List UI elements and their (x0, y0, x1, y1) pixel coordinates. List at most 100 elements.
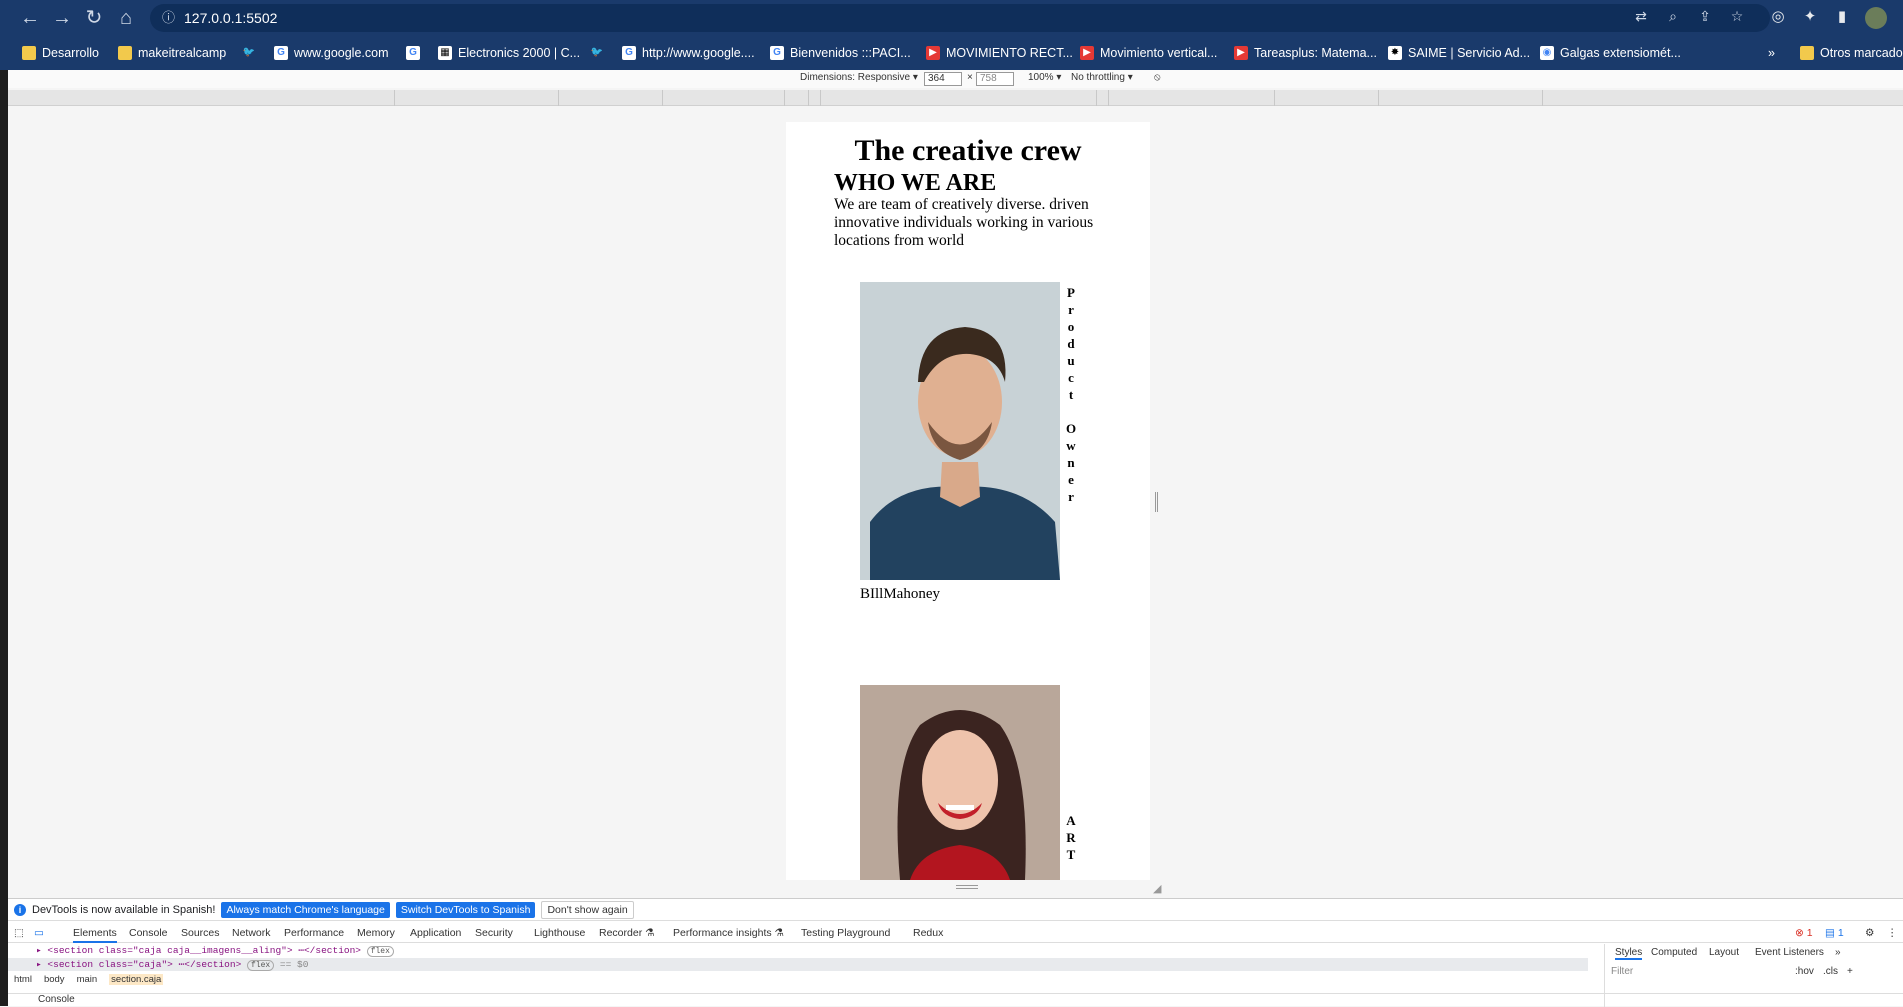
breadcrumb: html body main section.caja (14, 974, 164, 985)
tab-memory[interactable]: Memory (357, 927, 395, 939)
crumb-section[interactable]: section.caja (109, 974, 164, 985)
tab-computed[interactable]: Computed (1651, 947, 1697, 958)
viewport-width-handle[interactable] (1150, 122, 1158, 880)
tab-console[interactable]: Console (129, 927, 168, 939)
zoom-icon[interactable]: ⌕ (1665, 8, 1681, 24)
more-bookmarks-button[interactable]: » (1768, 44, 1775, 62)
bookmarks-bar: Desarrollo makeitrealcamp 🐦 Gwww.google.… (0, 36, 1903, 70)
height-input[interactable]: 758 (976, 72, 1014, 86)
devtools-panel: i DevTools is now available in Spanish! … (8, 898, 1903, 1007)
extensions-icon[interactable]: ✦ (1801, 8, 1819, 26)
crumb-main[interactable]: main (77, 974, 98, 985)
error-count-badge[interactable]: ⊗ 1 (1795, 927, 1813, 939)
bookmark-twitter[interactable]: 🐦 (242, 44, 256, 62)
more-tabs-icon[interactable]: » (1835, 947, 1841, 958)
bookmark-saime[interactable]: ✸ SAIME | Servicio Ad... (1388, 44, 1530, 62)
tab-security[interactable]: Security (475, 927, 513, 939)
browser-toolbar: ← → ↻ ⌂ ⓘ 127.0.0.1:5502 ⇄ ⌕ ⇪ ☆ ◎ ✦ ▮ (0, 0, 1903, 36)
reload-icon[interactable]: ↻ (80, 4, 108, 32)
extension-sync-icon[interactable]: ◎ (1769, 8, 1787, 26)
section-heading: WHO WE ARE (834, 170, 997, 196)
tab-styles[interactable]: Styles (1615, 947, 1643, 960)
zoom-dropdown[interactable]: 100% ▾ (1028, 72, 1061, 83)
bookmark-google-2[interactable]: G (406, 44, 420, 62)
url-text: 127.0.0.1:5502 (184, 10, 278, 26)
back-icon[interactable]: ← (16, 4, 44, 32)
member-role-vertical: P r o d u c t O w n e r (1065, 285, 1077, 504)
tab-performance[interactable]: Performance (284, 927, 344, 939)
rotate-icon[interactable]: ⦸ (1154, 72, 1161, 83)
google-icon: G (274, 46, 288, 60)
tab-lighthouse[interactable]: Lighthouse (534, 927, 585, 939)
twitter-icon: 🐦 (242, 47, 256, 58)
tab-redux[interactable]: Redux (913, 927, 943, 939)
tab-performance-insights[interactable]: Performance insights ⚗ (673, 927, 784, 939)
language-infobar: i DevTools is now available in Spanish! … (8, 899, 1903, 921)
bookmark-galgas[interactable]: ◉ Galgas extensiomét... (1540, 44, 1681, 62)
console-drawer[interactable]: Console (8, 993, 1903, 1007)
tab-application[interactable]: Application (410, 927, 461, 939)
add-rule-icon[interactable]: + (1847, 966, 1853, 977)
width-input[interactable]: 364 (924, 72, 962, 86)
inspect-icon[interactable]: ⬚ (14, 927, 24, 939)
tab-layout[interactable]: Layout (1709, 947, 1739, 958)
bookmark-movimiento-vertical[interactable]: ▶ Movimiento vertical... (1080, 44, 1217, 62)
bookmark-google-url[interactable]: Ghttp://www.google.... (622, 44, 755, 62)
more-options-icon[interactable]: ⋮ (1887, 927, 1898, 939)
bookmark-twitter-2[interactable]: 🐦 (590, 44, 604, 62)
bookmark-electronics[interactable]: ▦ Electronics 2000 | C... (438, 44, 580, 62)
bookmark-desarrollo[interactable]: Desarrollo (22, 44, 99, 62)
viewport-height-handle[interactable] (786, 880, 1150, 896)
tab-event-listeners[interactable]: Event Listeners (1755, 947, 1824, 958)
intro-paragraph: We are team of creatively diverse. drive… (834, 196, 1094, 249)
bookmark-pacifico[interactable]: G Bienvenidos :::PACI... (770, 44, 911, 62)
dimensions-dropdown[interactable]: Dimensions: Responsive ▾ (800, 72, 918, 83)
bookmark-makeitrealcamp[interactable]: makeitrealcamp (118, 44, 226, 62)
bookmark-movimiento-rect[interactable]: ▶ MOVIMIENTO RECT... (926, 44, 1073, 62)
hov-toggle[interactable]: :hov (1795, 966, 1814, 977)
dom-node-selected[interactable]: ▸ <section class="caja"> ⋯</section> fle… (36, 959, 308, 971)
bookmark-tareasplus[interactable]: ▶ Tareasplus: Matema... (1234, 44, 1377, 62)
other-bookmarks[interactable]: Otros marcadores (1800, 44, 1903, 62)
member-name: BIllMahoney (860, 586, 940, 602)
page-title: The creative crew (854, 134, 1082, 167)
cls-toggle[interactable]: .cls (1823, 966, 1838, 977)
member-role-vertical: A R T D (1066, 813, 1076, 862)
settings-gear-icon[interactable]: ⚙ (1865, 927, 1874, 939)
device-toolbar: Dimensions: Responsive ▾ 364 × 758 100% … (8, 70, 1903, 88)
profile-avatar[interactable] (1865, 7, 1887, 29)
share-icon[interactable]: ⇪ (1697, 8, 1713, 24)
dismiss-button[interactable]: Don't show again (541, 900, 634, 919)
translate-icon[interactable]: ⇄ (1633, 8, 1649, 24)
tab-testing-playground[interactable]: Testing Playground (801, 927, 890, 939)
youtube-icon: ▶ (1080, 46, 1094, 60)
address-bar[interactable]: ⓘ 127.0.0.1:5502 (150, 4, 1770, 32)
tab-recorder[interactable]: Recorder ⚗ (599, 927, 655, 939)
dom-node[interactable]: ▸ <section class="caja caja__imagens__al… (36, 945, 394, 957)
tab-elements[interactable]: Elements (73, 927, 117, 943)
viewport-corner-resize-icon[interactable]: ◢ (1153, 883, 1165, 895)
device-toggle-icon[interactable]: ▭ (34, 927, 44, 939)
star-icon[interactable]: ☆ (1729, 8, 1745, 24)
info-icon: i (14, 903, 26, 916)
throttling-dropdown[interactable]: No throttling ▾ (1071, 72, 1133, 83)
message-count-badge[interactable]: ▤ 1 (1825, 927, 1844, 939)
tab-sources[interactable]: Sources (181, 927, 220, 939)
match-language-button[interactable]: Always match Chrome's language (221, 901, 390, 918)
switch-language-button[interactable]: Switch DevTools to Spanish (395, 901, 536, 918)
bookmark-google[interactable]: Gwww.google.com (274, 44, 389, 62)
member-photo (860, 685, 1060, 880)
home-icon[interactable]: ⌂ (112, 4, 140, 32)
member-photo (860, 282, 1060, 580)
youtube-icon: ▶ (926, 46, 940, 60)
styles-filter-input[interactable]: Filter (1611, 966, 1781, 980)
youtube-icon: ▶ (1234, 46, 1248, 60)
site-info-icon[interactable]: ⓘ (162, 4, 175, 32)
crumb-body[interactable]: body (44, 974, 65, 985)
media-query-bar[interactable] (8, 90, 1903, 106)
tab-network[interactable]: Network (232, 927, 271, 939)
crumb-html[interactable]: html (14, 974, 32, 985)
forward-icon[interactable]: → (48, 4, 76, 32)
side-panel-icon[interactable]: ▮ (1833, 8, 1851, 26)
twitter-icon: 🐦 (590, 47, 604, 58)
